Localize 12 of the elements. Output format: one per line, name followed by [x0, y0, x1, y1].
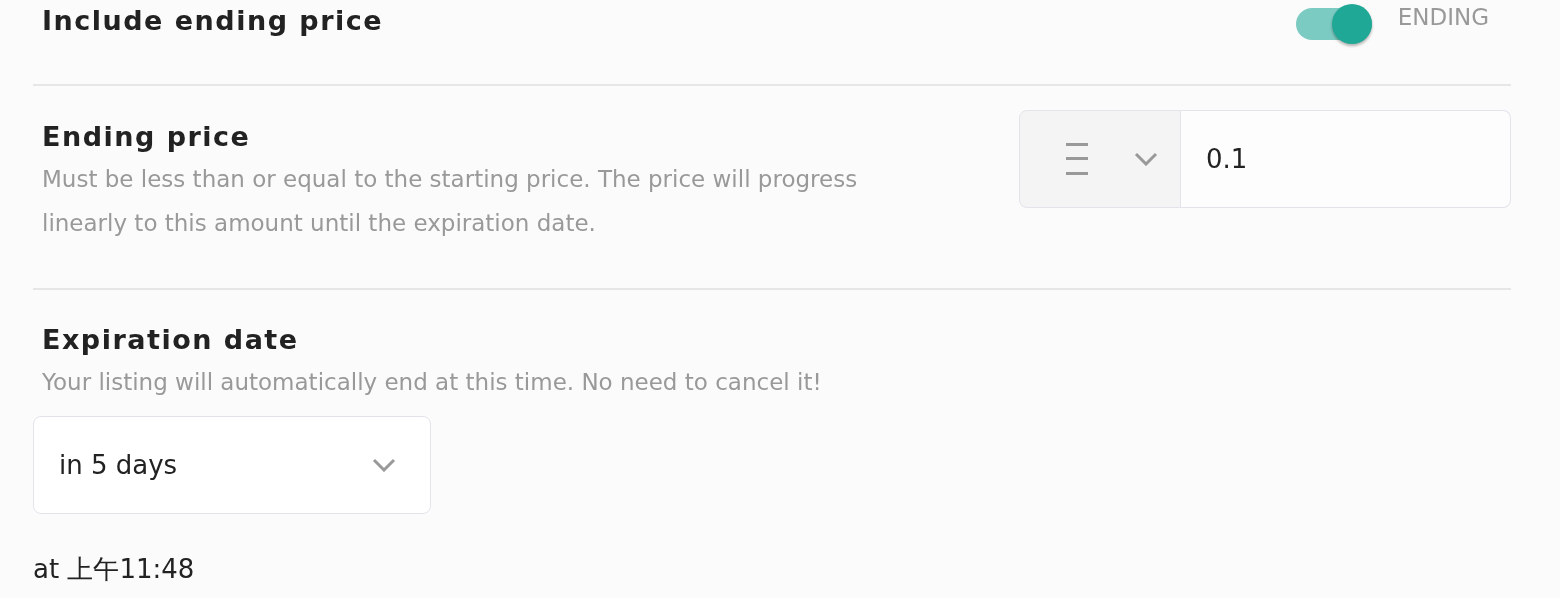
chevron-down-icon [1134, 152, 1158, 166]
section-title: Include ending price [41, 4, 384, 38]
expiration-time: at 上午11:48 [33, 553, 196, 586]
duration-select[interactable]: in 5 days [33, 416, 431, 514]
price-input[interactable]: 0.1 [1181, 110, 1511, 208]
toggle-label: ENDING [1397, 4, 1489, 30]
section-title: Ending price [41, 120, 252, 154]
section-title: Expiration date [41, 323, 300, 357]
section-description: Your listing will automatically end at this time. No need to cancel it! [41, 368, 823, 397]
three-lines-icon [1066, 143, 1088, 175]
chevron-down-icon [372, 458, 396, 472]
section-description: Must be less than or equal to the starting price. The price will progress linearly to this amount until the expiration date. [41, 165, 859, 238]
